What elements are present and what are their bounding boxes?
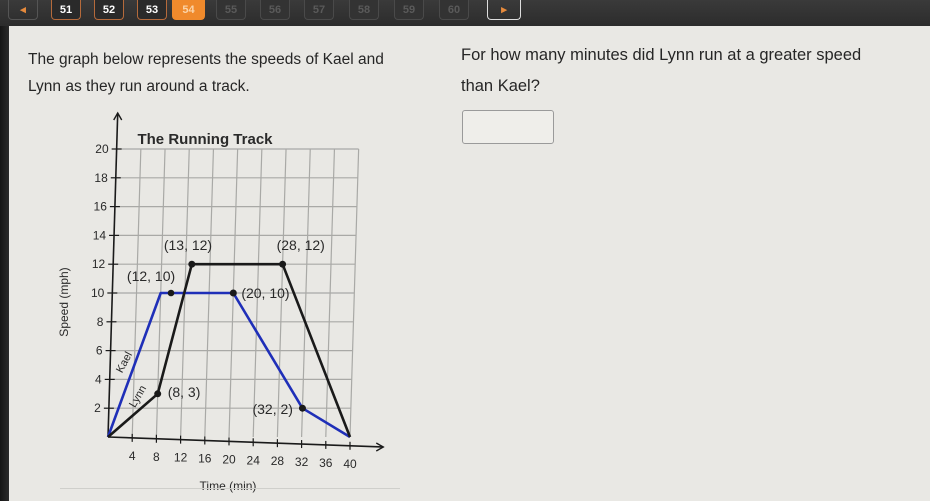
x-tick-label: 36 [319, 456, 333, 470]
x-tick-label: 4 [129, 449, 136, 463]
running-track-chart: The Running Track Time (min) Speed (mph)… [57, 111, 385, 493]
data-point-kael [229, 289, 237, 297]
y-tick-label: 20 [95, 142, 109, 156]
point-label: (8, 3) [168, 384, 201, 400]
y-tick-label: 2 [94, 401, 101, 415]
data-point-lynn [188, 260, 196, 268]
chart-title: The Running Track [137, 131, 273, 148]
y-tick-label: 10 [91, 286, 105, 300]
x-tick-label: 24 [247, 453, 261, 467]
y-axis-label: Speed (mph) [57, 267, 71, 336]
y-tick-label: 18 [94, 171, 108, 185]
x-axis-line [107, 436, 384, 448]
y-tick-label: 8 [97, 315, 104, 329]
point-label: (28, 12) [277, 237, 325, 253]
y-tick-label: 12 [92, 257, 106, 271]
point-label: (32, 2) [252, 401, 292, 417]
x-axis-label: Time (min) [200, 479, 257, 493]
x-tick-label: 28 [271, 454, 285, 468]
chart-series [106, 260, 352, 439]
point-label: (12, 10) [127, 268, 175, 284]
point-label: (20, 10) [241, 285, 289, 301]
y-tick-label: 16 [94, 200, 108, 214]
data-point-lynn [279, 260, 287, 268]
x-tick-label: 12 [174, 451, 188, 465]
data-point-intersection [167, 289, 175, 297]
x-tick-label: 8 [153, 450, 160, 464]
x-tick-label: 20 [222, 452, 236, 466]
x-tick-label: 16 [198, 452, 212, 466]
point-label: (13, 12) [164, 237, 212, 253]
chart-ticks: 4 8 12 16 20 24 28 32 36 402468101214161820 [91, 142, 357, 471]
y-tick-label: 4 [95, 372, 102, 386]
series-line-kael [106, 291, 351, 439]
data-point-kael [298, 404, 306, 412]
x-tick-label: 40 [343, 457, 357, 471]
y-axis-line [107, 112, 119, 438]
y-tick-label: 6 [96, 344, 103, 358]
x-tick-label: 32 [295, 455, 309, 469]
divider [60, 488, 400, 489]
data-point-lynn [154, 390, 162, 398]
y-tick-label: 14 [93, 228, 107, 242]
